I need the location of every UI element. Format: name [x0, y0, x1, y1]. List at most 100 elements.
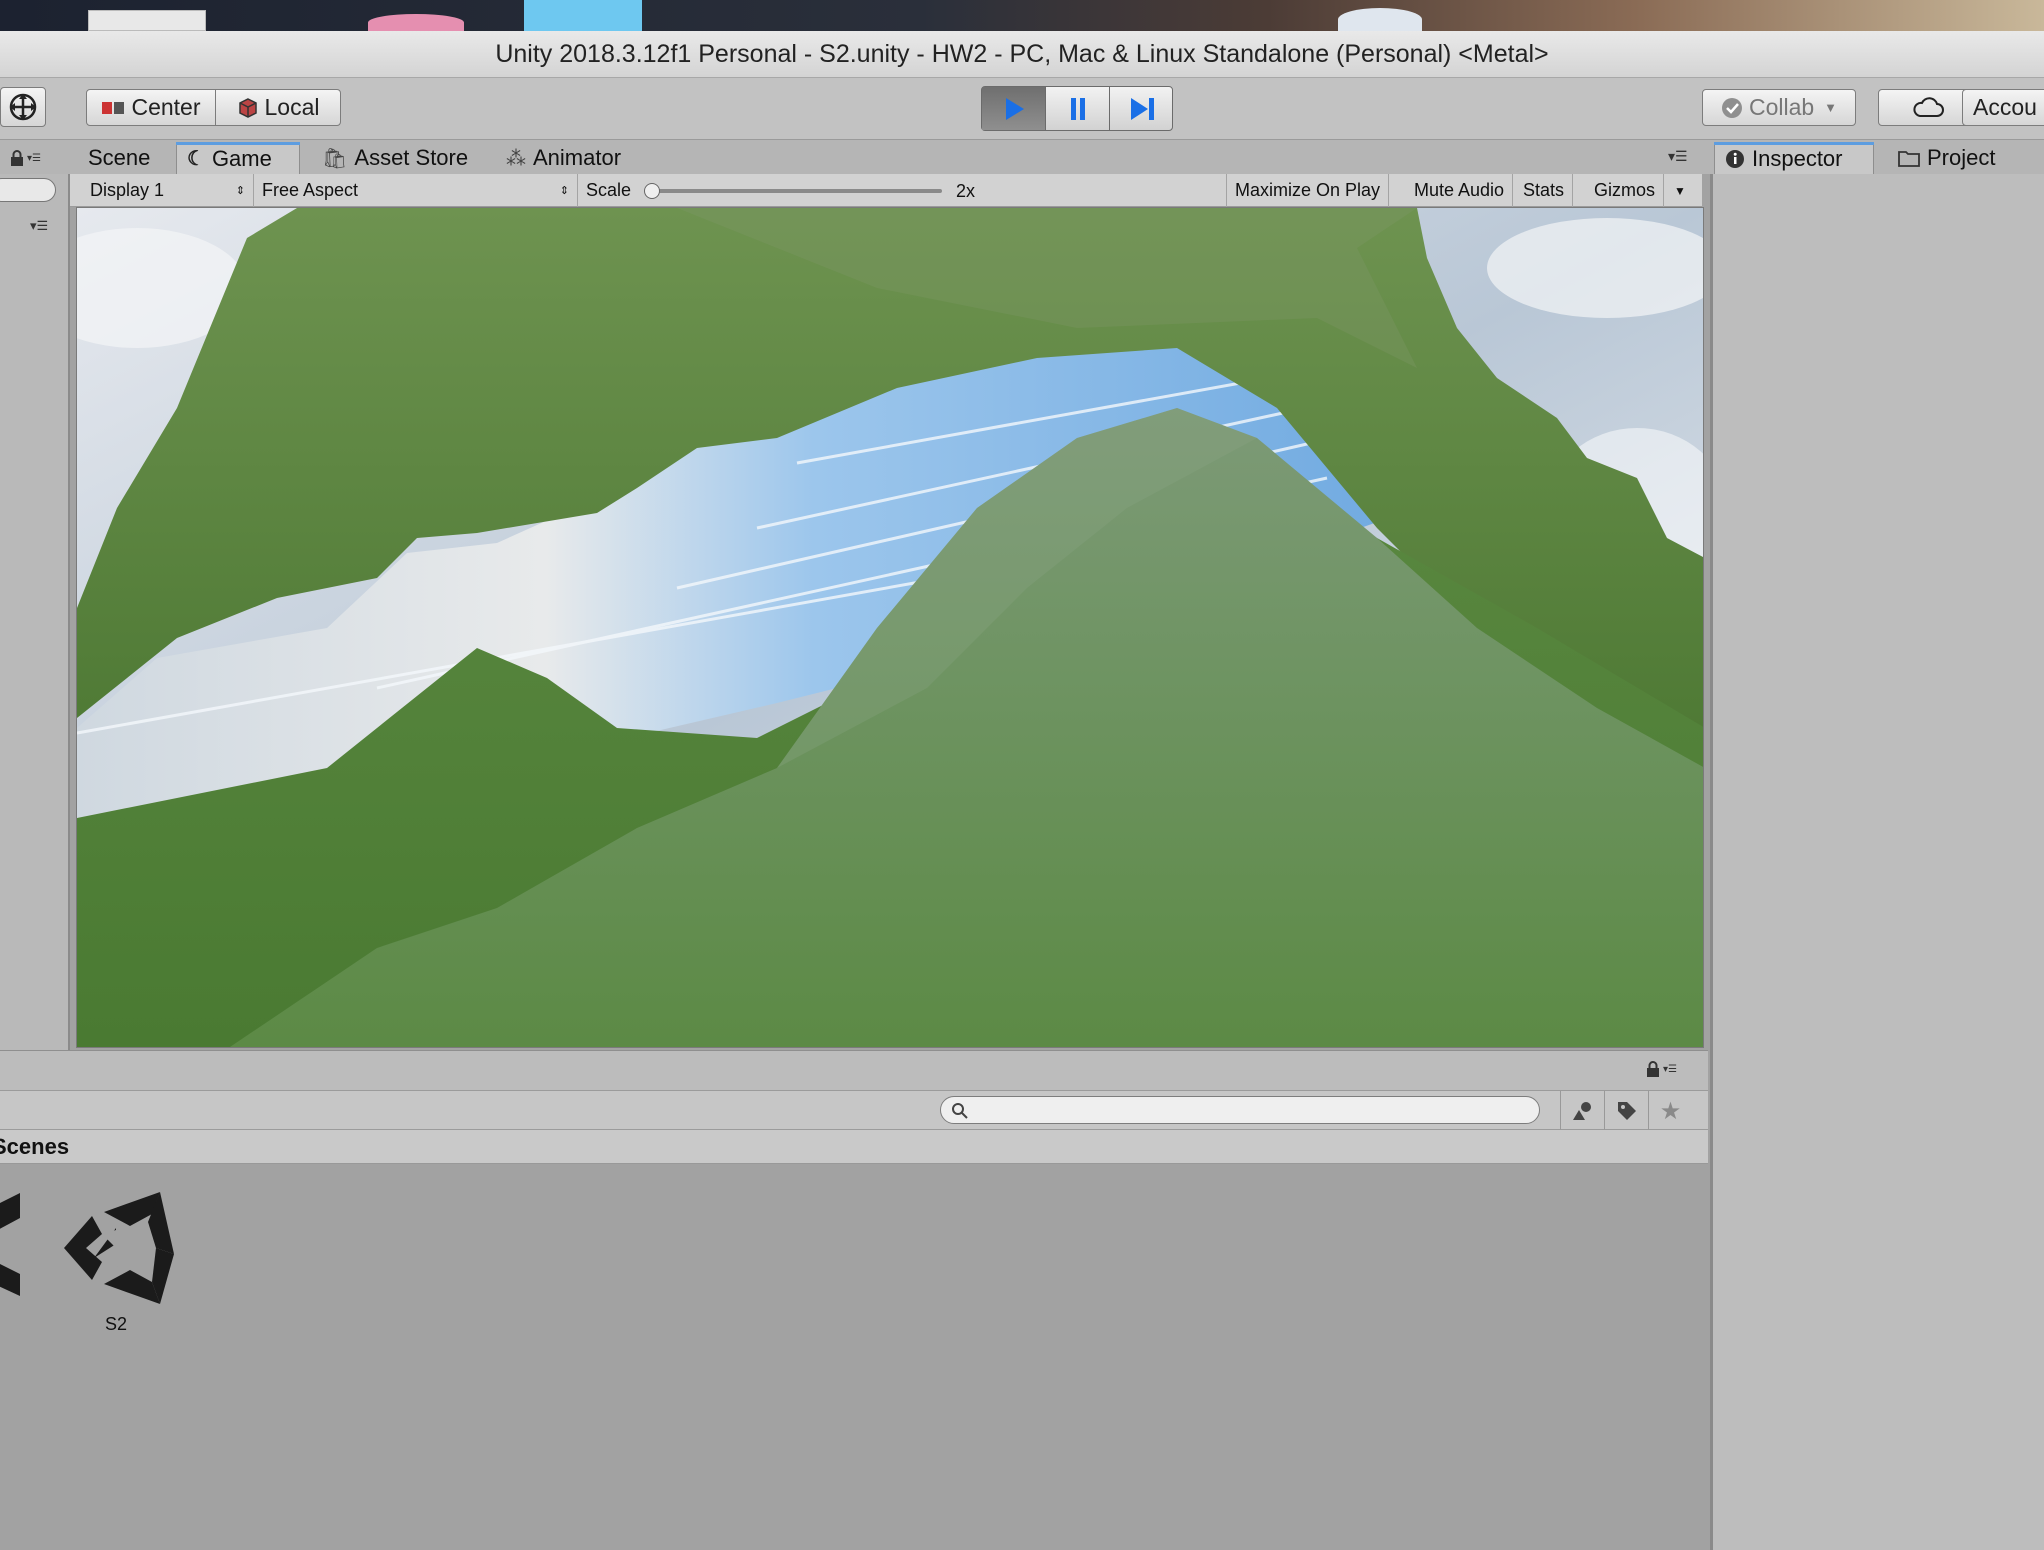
shapes-filter-icon: [1572, 1102, 1591, 1120]
play-controls: [981, 86, 1173, 131]
filter-by-label-button[interactable]: [1604, 1091, 1648, 1131]
project-panel-header: ▾☰: [0, 1050, 1708, 1090]
inspector-panel: [1710, 174, 2044, 1550]
dock-app-icon[interactable]: [524, 0, 642, 31]
project-lock-menu[interactable]: ▾☰: [1646, 1057, 1706, 1081]
unity-scene-icon: [0, 1193, 20, 1296]
tab-scene[interactable]: Scene: [78, 142, 160, 174]
dock-app-icon[interactable]: [368, 14, 464, 31]
scale-value: 2x: [956, 181, 976, 201]
tab-inspector-label: Inspector: [1752, 145, 1843, 171]
pivot-center-button[interactable]: Center: [86, 89, 216, 126]
play-button[interactable]: [982, 87, 1046, 130]
hierarchy-search-input[interactable]: [0, 178, 56, 202]
tab-animator-label: Animator: [533, 145, 622, 170]
panel-lock-menu[interactable]: ▾☰: [10, 147, 64, 169]
shopping-bag-icon: 🛍: [322, 147, 348, 170]
mute-label: Mute Audio: [1414, 180, 1505, 200]
star-icon: ★: [1659, 1097, 1682, 1125]
play-icon: [1005, 97, 1024, 120]
unity-scene-icon: [64, 1192, 174, 1304]
mute-audio-toggle[interactable]: Mute Audio: [1406, 174, 1514, 207]
terrain-scene-image: [77, 208, 1703, 1047]
project-toolbar: ★: [0, 1090, 1708, 1131]
tab-asset-store-label: Asset Store: [354, 145, 469, 170]
breadcrumb-scenes[interactable]: Scenes: [0, 1130, 69, 1164]
check-circle-icon: [1721, 97, 1742, 118]
window-title-bar: Unity 2018.3.12f1 Personal - S2.unity - …: [0, 31, 2044, 78]
folder-icon: [1898, 151, 1920, 167]
project-asset-grid: S2: [0, 1164, 1708, 1550]
maximize-on-play-toggle[interactable]: Maximize On Play: [1226, 174, 1390, 207]
account-label: Accou: [1973, 94, 2037, 120]
scale-slider-thumb[interactable]: [644, 183, 660, 199]
lock-icon: [11, 150, 23, 166]
aspect-dropdown[interactable]: Free Aspect ⇕: [254, 174, 578, 207]
tab-game-label: Game: [211, 145, 272, 171]
hierarchy-panel: ▾☰: [0, 174, 70, 1050]
transform-tool-button[interactable]: [0, 87, 46, 127]
animator-nodes-icon: ⁂: [506, 147, 526, 170]
tab-asset-store[interactable]: 🛍 Asset Store: [312, 142, 478, 174]
maximize-label: Maximize On Play: [1235, 180, 1381, 200]
window-title: Unity 2018.3.12f1 Personal - S2.unity - …: [495, 40, 1549, 68]
gizmos-toggle[interactable]: Gizmos: [1586, 174, 1665, 207]
menu-icon: ▾☰: [1663, 1063, 1677, 1075]
game-pacman-icon: ☾: [187, 148, 205, 170]
project-breadcrumb: Scenes: [0, 1130, 1708, 1164]
center-label: Center: [131, 94, 201, 120]
dock-app-thumbnail[interactable]: [88, 10, 206, 31]
project-search-input[interactable]: [940, 1096, 1540, 1124]
game-view-toolbar: Display 1 ⇕ Free Aspect ⇕ Scale 2x Maxim…: [70, 174, 1702, 207]
collab-label: Collab: [1748, 94, 1815, 120]
tab-project[interactable]: Project: [1888, 142, 2005, 174]
main-toolbar: Center Local Collab ▼ Accou: [0, 78, 2044, 140]
gizmos-dropdown-arrow[interactable]: ▼: [1666, 174, 1694, 207]
asset-item-partial[interactable]: [0, 1188, 20, 1298]
updown-arrows-icon: ⇕: [235, 185, 245, 197]
tab-project-label: Project: [1927, 145, 1996, 170]
scale-label: Scale: [586, 180, 632, 200]
pivot-center-icon: [102, 101, 125, 114]
safari-icon[interactable]: [1338, 8, 1422, 31]
editor-tab-row: ▾☰ Scene ☾ Game 🛍 Asset Store ⁂ Animator…: [0, 140, 1710, 174]
filter-by-type-button[interactable]: [1560, 1091, 1604, 1131]
favorites-button[interactable]: ★: [1648, 1091, 1692, 1131]
pivot-local-button[interactable]: Local: [215, 89, 341, 126]
pause-button[interactable]: [1046, 87, 1110, 130]
tab-animator[interactable]: ⁂ Animator: [496, 142, 631, 174]
tab-scene-label: Scene: [88, 145, 151, 170]
local-cube-icon: [238, 97, 257, 118]
scale-control: Scale 2x: [578, 174, 1298, 207]
search-icon: [952, 1103, 968, 1119]
display-dropdown[interactable]: Display 1 ⇕: [82, 174, 254, 207]
stats-toggle[interactable]: Stats: [1515, 174, 1574, 207]
lock-icon: [1647, 1061, 1659, 1077]
rect-transform-icon: [9, 93, 37, 121]
cloud-icon: [1913, 96, 1944, 117]
menu-icon: ▾☰: [27, 152, 41, 164]
inspector-tab-row: Inspector Project: [1710, 140, 2044, 174]
hierarchy-menu-icon[interactable]: ▾☰: [30, 218, 48, 234]
aspect-label: Free Aspect: [262, 180, 359, 200]
account-dropdown[interactable]: Accou: [1962, 89, 2044, 126]
tab-inspector[interactable]: Inspector: [1714, 142, 1874, 174]
chevron-down-icon: ▼: [1824, 100, 1838, 115]
tag-icon: [1617, 1102, 1636, 1120]
updown-arrows-icon: ⇕: [559, 185, 569, 197]
local-label: Local: [264, 94, 320, 120]
tab-game[interactable]: ☾ Game: [176, 142, 300, 174]
desktop-dock-strip: [0, 0, 2044, 31]
tab-menu-icon[interactable]: ▾☰: [1668, 148, 1698, 168]
step-button[interactable]: [1110, 87, 1174, 130]
scale-slider-track[interactable]: [646, 189, 942, 193]
display-label: Display 1: [90, 180, 165, 200]
asset-item[interactable]: S2: [56, 1184, 176, 1344]
game-view-render[interactable]: [76, 207, 1704, 1048]
info-icon: [1726, 149, 1744, 168]
gizmos-label: Gizmos: [1594, 180, 1656, 200]
collab-dropdown[interactable]: Collab ▼: [1702, 89, 1856, 126]
asset-name: S2: [104, 1314, 128, 1334]
step-icon: [1131, 97, 1154, 120]
pause-icon: [1070, 97, 1085, 120]
